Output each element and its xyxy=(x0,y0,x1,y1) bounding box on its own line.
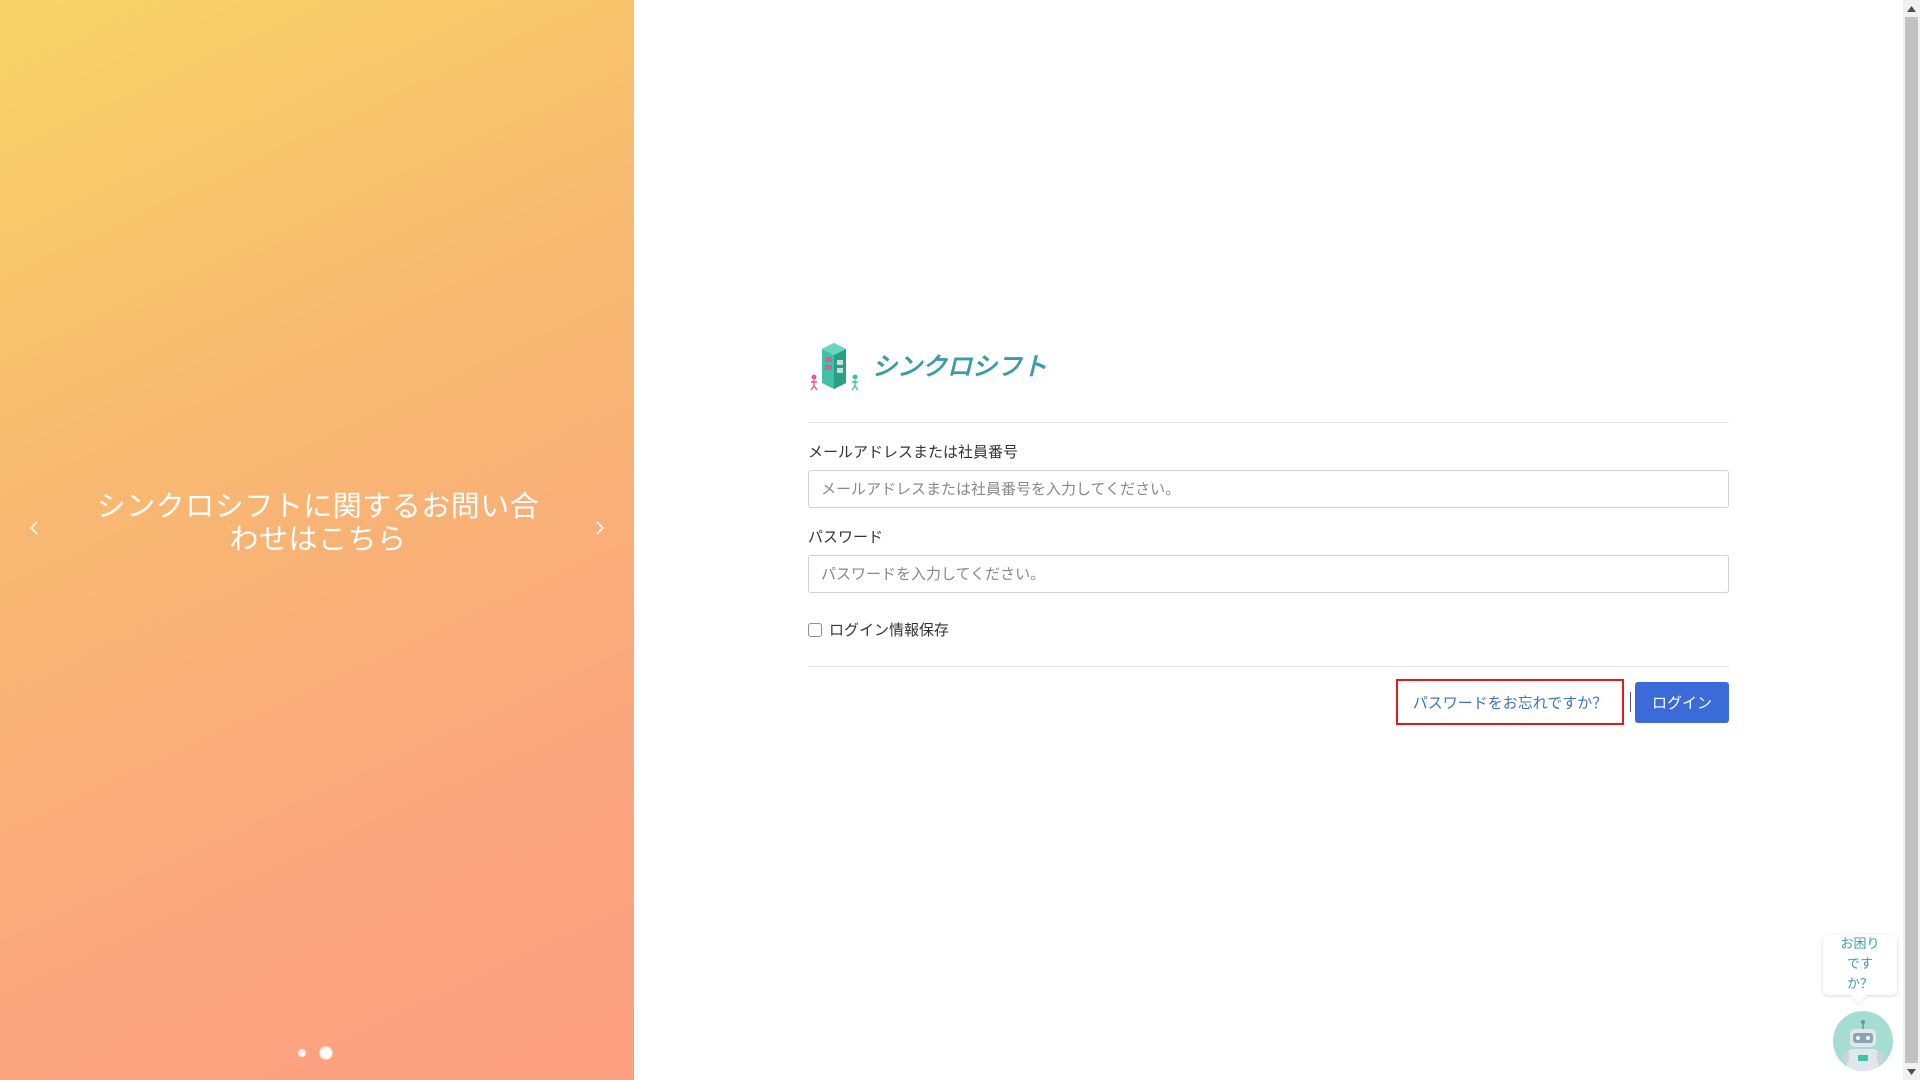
logo: シンクロシフト xyxy=(808,338,1729,392)
login-page: シンクロシフトに関するお問い合 わせはこちら シンクロシフト メールアドレスまた… xyxy=(0,0,1920,1080)
login-form: シンクロシフト メールアドレスまたは社員番号 パスワード ログイン情報保存 パス… xyxy=(808,338,1729,725)
remember-checkbox[interactable] xyxy=(808,622,822,637)
email-input[interactable] xyxy=(808,470,1729,508)
scrollbar-thumb[interactable] xyxy=(1905,17,1918,1063)
carousel: シンクロシフトに関するお問い合 わせはこちら xyxy=(0,0,634,1080)
chevron-left-icon xyxy=(29,521,38,535)
help-bubble-text: お困りですか？ xyxy=(1840,937,1880,992)
arrow-down-icon xyxy=(1907,1068,1916,1075)
carousel-indicators xyxy=(298,1047,332,1059)
robot-icon xyxy=(1843,1020,1883,1071)
vertical-scrollbar[interactable] xyxy=(1903,0,1920,1080)
separator xyxy=(1630,692,1631,712)
login-button[interactable]: ログイン xyxy=(1635,681,1729,723)
help-bubble[interactable]: お困りですか？ xyxy=(1823,935,1897,995)
carousel-caption-line2: わせはこちら xyxy=(229,522,407,556)
divider xyxy=(808,666,1729,667)
forgot-password-link[interactable]: パスワードをお忘れですか？ xyxy=(1396,679,1624,725)
scroll-down-button[interactable] xyxy=(1903,1063,1920,1080)
password-input[interactable] xyxy=(808,555,1729,593)
divider xyxy=(808,422,1729,423)
building-people-icon xyxy=(808,339,862,391)
carousel-dot-2[interactable] xyxy=(320,1047,332,1059)
carousel-caption[interactable]: シンクロシフトに関するお問い合 わせはこちら xyxy=(88,490,548,556)
remember-label[interactable]: ログイン情報保存 xyxy=(829,619,949,640)
carousel-dot-1[interactable] xyxy=(298,1049,306,1057)
help-avatar-button[interactable] xyxy=(1833,1011,1893,1071)
carousel-caption-line1: シンクロシフトに関するお問い合 xyxy=(96,489,540,523)
arrow-up-icon xyxy=(1907,5,1916,12)
email-label: メールアドレスまたは社員番号 xyxy=(808,443,1019,461)
carousel-next-button[interactable] xyxy=(582,510,618,546)
carousel-prev-button[interactable] xyxy=(16,510,52,546)
remember-login: ログイン情報保存 xyxy=(808,619,1729,640)
form-actions: パスワードをお忘れですか？ ログイン xyxy=(808,679,1729,725)
scroll-up-button[interactable] xyxy=(1903,0,1920,17)
password-label: パスワード xyxy=(808,528,884,546)
logo-text: シンクロシフト xyxy=(872,352,1048,381)
chevron-right-icon xyxy=(596,521,605,535)
